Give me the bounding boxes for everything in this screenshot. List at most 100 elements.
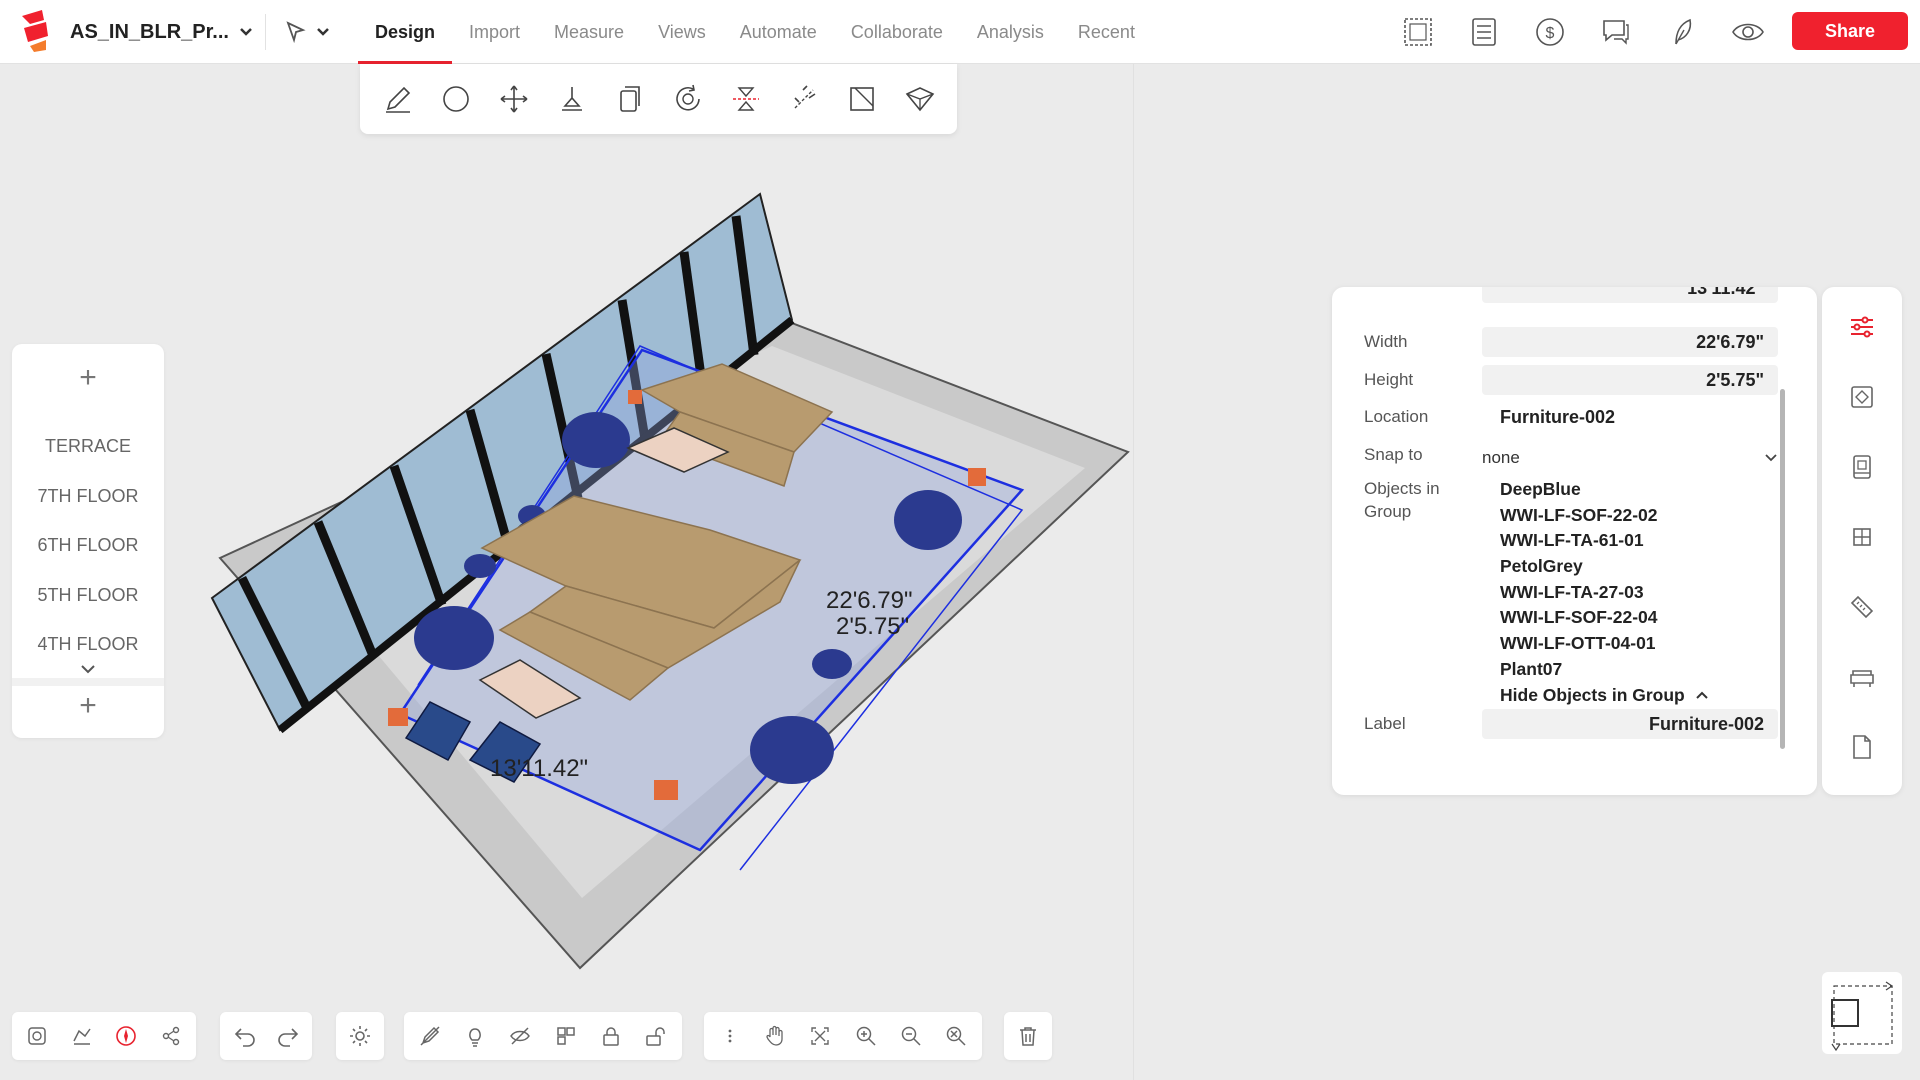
list-item[interactable]: PetolGrey <box>1500 554 1770 580</box>
group-icon[interactable] <box>550 1020 581 1052</box>
label-label: Label <box>1364 714 1406 733</box>
floor-item-terrace[interactable]: TERRACE <box>12 422 164 472</box>
lock-icon[interactable] <box>595 1020 626 1052</box>
elevator-icon[interactable] <box>1842 447 1882 487</box>
document-icon[interactable] <box>1842 727 1882 767</box>
trash-icon[interactable] <box>1014 1020 1042 1052</box>
view-tools-group <box>12 1012 196 1060</box>
history-tools-group <box>220 1012 312 1060</box>
tab-analysis[interactable]: Analysis <box>960 0 1061 64</box>
delete-tools-group <box>1004 1012 1052 1060</box>
tab-measure[interactable]: Measure <box>537 0 641 64</box>
comments-icon[interactable] <box>1594 10 1638 54</box>
project-selector[interactable]: AS_IN_BLR_Pr... <box>70 14 266 50</box>
share-node-icon[interactable] <box>156 1020 187 1052</box>
location-value: Furniture-002 <box>1500 407 1616 427</box>
view-3d-icon[interactable] <box>22 1020 53 1052</box>
hide-icon[interactable] <box>505 1020 536 1052</box>
label-field[interactable]: Furniture-002 <box>1482 709 1778 739</box>
cursor-icon <box>284 20 308 44</box>
floor-item-6th[interactable]: 6TH FLOOR <box>12 521 164 571</box>
grid-icon[interactable] <box>1842 517 1882 557</box>
viewcube-button[interactable] <box>1822 972 1902 1054</box>
dimension-depth-label: 13'11.42" <box>490 755 588 782</box>
snap-to-value: none <box>1482 448 1520 467</box>
dollar-icon[interactable]: $ <box>1528 10 1572 54</box>
tab-recent[interactable]: Recent <box>1061 0 1152 64</box>
settings-icon[interactable] <box>346 1020 374 1052</box>
undo-icon[interactable] <box>230 1020 259 1052</box>
height-field[interactable]: 2'5.75" <box>1482 365 1778 395</box>
circle-icon[interactable] <box>434 77 478 121</box>
floor-item-7th[interactable]: 7TH FLOOR <box>12 472 164 522</box>
floor-item-5th[interactable]: 5TH FLOOR <box>12 571 164 621</box>
snap-to-select[interactable]: none <box>1482 444 1778 472</box>
no-pen-icon[interactable] <box>414 1020 445 1052</box>
bulb-icon[interactable] <box>459 1020 490 1052</box>
zoom-out-icon[interactable] <box>895 1020 926 1052</box>
more-icon[interactable] <box>714 1020 745 1052</box>
nav-tabs: Design Import Measure Views Automate Col… <box>358 0 1152 64</box>
stamp-icon[interactable] <box>550 77 594 121</box>
dimension-height-label: 2'5.75" <box>836 613 909 640</box>
eye-icon[interactable] <box>1726 10 1770 54</box>
partial-field-value[interactable]: 13'11.42" <box>1482 287 1778 303</box>
snap-to-label: Snap to <box>1364 445 1423 464</box>
unlock-icon[interactable] <box>641 1020 672 1052</box>
list-item[interactable]: WWI-LF-TA-27-03 <box>1500 580 1770 606</box>
chevron-down-icon <box>1764 453 1778 463</box>
tab-automate[interactable]: Automate <box>723 0 834 64</box>
tab-views[interactable]: Views <box>641 0 723 64</box>
list-item[interactable]: WWI-LF-SOF-22-04 <box>1500 605 1770 631</box>
objects-in-group-label-line2: Group <box>1364 502 1412 521</box>
offset-icon[interactable] <box>782 77 826 121</box>
tab-collaborate[interactable]: Collaborate <box>834 0 960 64</box>
tab-design[interactable]: Design <box>358 0 453 64</box>
pan-hand-icon[interactable] <box>759 1020 790 1052</box>
list-item[interactable]: DeepBlue <box>1500 477 1770 503</box>
fit-view-icon[interactable] <box>805 1020 836 1052</box>
bill-of-materials-icon[interactable] <box>1462 10 1506 54</box>
ruler-icon[interactable] <box>1842 587 1882 627</box>
list-item[interactable]: Plant07 <box>1500 657 1770 683</box>
add-floor-below-button[interactable]: + <box>12 686 164 726</box>
width-label: Width <box>1364 332 1408 351</box>
sliders-icon[interactable] <box>1842 307 1882 347</box>
objects-in-group-label-line1: Objects in <box>1364 479 1440 498</box>
leaf-icon[interactable] <box>1660 10 1704 54</box>
select-tool-dropdown[interactable] <box>284 14 344 50</box>
sofa-icon[interactable] <box>1842 657 1882 697</box>
pencil-icon[interactable] <box>376 77 420 121</box>
shield-icon[interactable] <box>898 77 942 121</box>
redo-icon[interactable] <box>273 1020 302 1052</box>
material-icon[interactable] <box>1842 377 1882 417</box>
floors-panel: + TERRACE 7TH FLOOR 6TH FLOOR 5TH FLOOR … <box>12 344 164 738</box>
list-item[interactable]: WWI-LF-TA-61-01 <box>1500 528 1770 554</box>
object-tools-group <box>404 1012 682 1060</box>
rotate-icon[interactable] <box>666 77 710 121</box>
share-button[interactable]: Share <box>1792 12 1908 50</box>
top-bar: AS_IN_BLR_Pr... Design Import Measure Vi… <box>0 0 1920 64</box>
list-item[interactable]: WWI-LF-OTT-04-01 <box>1500 631 1770 657</box>
blueprint-icon[interactable] <box>1396 10 1440 54</box>
move-icon[interactable] <box>492 77 536 121</box>
zoom-in-icon[interactable] <box>850 1020 881 1052</box>
zoom-reset-icon[interactable] <box>941 1020 972 1052</box>
panel-icon[interactable] <box>840 77 884 121</box>
tab-import[interactable]: Import <box>452 0 537 64</box>
chevron-up-icon <box>1695 690 1709 700</box>
view-top-icon[interactable] <box>67 1020 98 1052</box>
mirror-icon[interactable] <box>724 77 768 121</box>
add-floor-above-button[interactable]: + <box>12 358 164 398</box>
copy-icon[interactable] <box>608 77 652 121</box>
compass-icon[interactable] <box>111 1020 142 1052</box>
list-item[interactable]: WWI-LF-SOF-22-02 <box>1500 503 1770 529</box>
3d-viewport[interactable]: 22'6.79" 2'5.75" 13'11.42" <box>180 150 1140 990</box>
right-toolbar <box>1822 287 1902 795</box>
properties-scrollbar[interactable] <box>1780 389 1785 749</box>
height-label: Height <box>1364 370 1414 389</box>
chevron-down-icon[interactable] <box>76 660 100 678</box>
width-field[interactable]: 22'6.79" <box>1482 327 1778 357</box>
hide-objects-in-group-toggle[interactable]: Hide Objects in Group <box>1500 683 1770 709</box>
sunrise-logo-icon[interactable] <box>16 6 52 54</box>
